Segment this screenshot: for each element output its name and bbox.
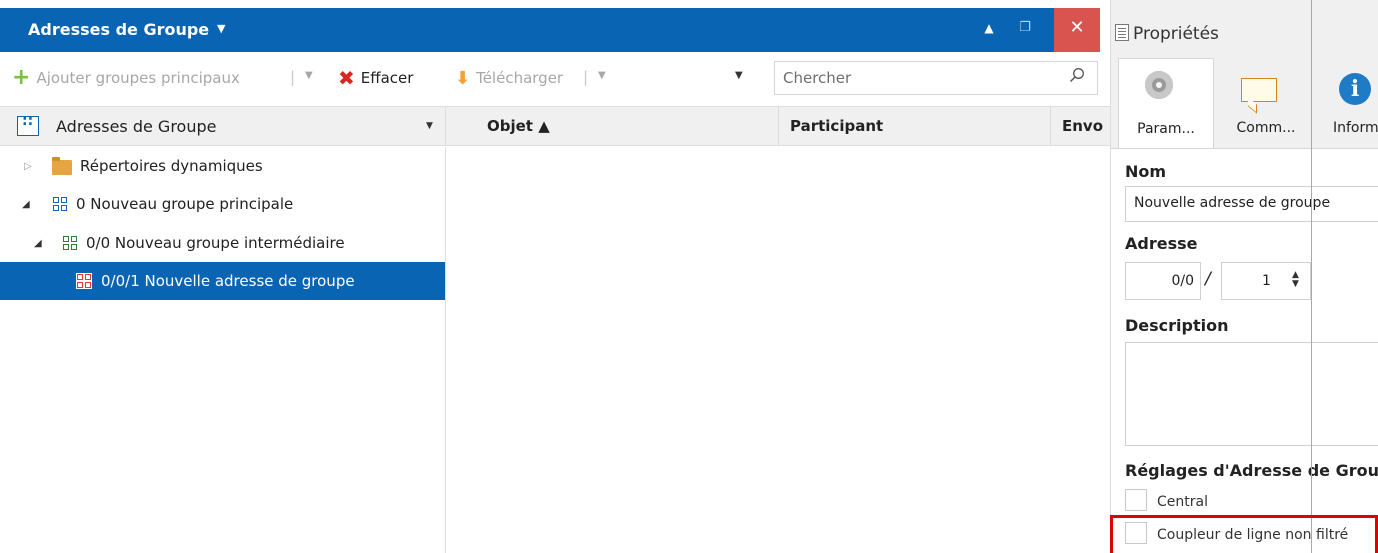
delete-label: Effacer — [360, 69, 414, 87]
download-dropdown-icon[interactable]: ▼ — [598, 70, 606, 81]
tab-parameters[interactable]: Param... — [1118, 58, 1214, 148]
tree-header-dropdown-icon[interactable]: ▼ — [426, 121, 433, 131]
spinner-arrows-icon[interactable]: ▲ ▼ — [1292, 271, 1299, 289]
collapse-toggle-icon[interactable]: ◢ — [22, 199, 30, 210]
group-addresses-panel: Adresses de Groupe ▼ ▲ ❐ ✕ + Ajouter gro… — [0, 0, 1110, 553]
expand-toggle-icon[interactable]: ▷ — [24, 161, 32, 172]
main-group-icon — [52, 196, 68, 212]
properties-body: Nom Nouvelle adresse de groupe Adresse 0… — [1111, 148, 1378, 553]
description-textarea[interactable] — [1125, 342, 1378, 446]
tree-item-label: Répertoires dynamiques — [80, 157, 263, 175]
download-button[interactable]: ⬇ Télécharger — [455, 66, 563, 90]
column-header-participant[interactable]: Participant — [790, 117, 883, 135]
group-address-tree: ▷ Répertoires dynamiques ◢ 0 Nouveau gro… — [0, 147, 446, 553]
central-checkbox[interactable] — [1125, 489, 1147, 511]
tree-item-group-address[interactable]: 0/0/1 Nouvelle adresse de groupe — [0, 262, 445, 300]
download-label: Télécharger — [476, 69, 564, 87]
search-input[interactable] — [775, 62, 1045, 94]
collapse-up-button[interactable]: ▲ — [972, 8, 1006, 52]
tab-label: Param... — [1137, 121, 1195, 137]
tree-header-label: Adresses de Groupe — [56, 117, 217, 136]
toolbar-separator: | — [583, 68, 589, 86]
address-label: Adresse — [1125, 234, 1198, 253]
plus-icon: + — [12, 65, 31, 90]
address-main-value: 0/0 — [1171, 273, 1194, 289]
tab-comments[interactable]: Comm... — [1221, 58, 1311, 148]
add-main-groups-dropdown-icon[interactable]: ▼ — [305, 70, 313, 81]
tree-item-label: 0/0 Nouveau groupe intermédiaire — [86, 234, 345, 252]
column-divider[interactable] — [1050, 107, 1051, 145]
collapse-toggle-icon[interactable]: ◢ — [34, 238, 42, 249]
address-sub-spinner[interactable]: 1 ▲ ▼ — [1221, 262, 1311, 300]
column-header-object[interactable]: Objet ▲ — [487, 117, 550, 135]
tab-information[interactable]: i Inform — [1319, 58, 1378, 148]
group-address-icon — [76, 273, 92, 289]
tree-item-label: 0 Nouveau groupe principale — [76, 195, 294, 213]
panel-title-dropdown-icon[interactable]: ▼ — [217, 22, 225, 35]
address-separator: / — [1205, 269, 1211, 289]
tab-label: Comm... — [1236, 120, 1296, 136]
description-label: Description — [1125, 316, 1229, 335]
panel-title[interactable]: Adresses de Groupe — [28, 20, 209, 39]
restore-window-button[interactable]: ❐ — [1008, 8, 1042, 52]
download-icon: ⬇ — [455, 67, 471, 89]
toolbar-overflow-dropdown-icon[interactable]: ▼ — [735, 70, 743, 81]
grid-header: Objet ▲ Participant Envo — [446, 106, 1110, 146]
add-main-groups-label: Ajouter groupes principaux — [36, 69, 240, 87]
tree-item-label: 0/0/1 Nouvelle adresse de groupe — [101, 272, 355, 290]
tree-item-middle-group[interactable]: ◢ 0/0 Nouveau groupe intermédiaire — [0, 224, 445, 262]
close-panel-button[interactable]: ✕ — [1054, 8, 1100, 52]
delete-x-icon: ✖ — [338, 66, 355, 90]
search-box[interactable] — [774, 61, 1098, 95]
name-label: Nom — [1125, 162, 1167, 181]
app-window: Adresses de Groupe ▼ ▲ ❐ ✕ + Ajouter gro… — [0, 0, 1378, 553]
tree-item-dynamic-folders[interactable]: ▷ Répertoires dynamiques — [0, 147, 445, 185]
name-value: Nouvelle adresse de groupe — [1134, 195, 1331, 211]
add-main-groups-button[interactable]: + Ajouter groupes principaux — [12, 66, 240, 90]
tab-label: Inform — [1333, 120, 1378, 136]
address-main-field[interactable]: 0/0 — [1125, 262, 1201, 300]
panel-title-bar: Adresses de Groupe ▼ ▲ ❐ ✕ — [0, 8, 1100, 52]
toolbar-separator: | — [290, 68, 296, 86]
address-sub-value: 1 — [1262, 273, 1271, 289]
column-divider[interactable] — [778, 107, 779, 145]
search-icon[interactable] — [1069, 67, 1085, 83]
delete-button[interactable]: ✖ Effacer — [338, 66, 413, 90]
highlight-box — [1110, 515, 1378, 553]
properties-panel: Propriétés Param... Comm... i Inform Nom… — [1110, 0, 1378, 553]
central-label: Central — [1157, 494, 1208, 510]
group-addresses-icon — [17, 113, 39, 136]
name-field[interactable]: Nouvelle adresse de groupe — [1125, 186, 1378, 222]
properties-title: Propriétés — [1133, 24, 1219, 44]
column-header-send[interactable]: Envo — [1062, 117, 1103, 135]
middle-group-icon — [62, 235, 78, 251]
properties-icon — [1115, 24, 1129, 41]
properties-tabs: Param... Comm... i Inform — [1111, 58, 1378, 148]
folder-icon — [52, 157, 72, 175]
tree-header[interactable]: Adresses de Groupe ▼ — [0, 106, 446, 146]
tree-item-main-group[interactable]: ◢ 0 Nouveau groupe principale — [0, 185, 445, 223]
divider-line — [1311, 0, 1312, 553]
info-icon: i — [1339, 73, 1371, 105]
group-address-settings-label: Réglages d'Adresse de Group — [1125, 461, 1378, 480]
comment-icon — [1241, 78, 1277, 102]
gear-icon — [1145, 71, 1173, 99]
